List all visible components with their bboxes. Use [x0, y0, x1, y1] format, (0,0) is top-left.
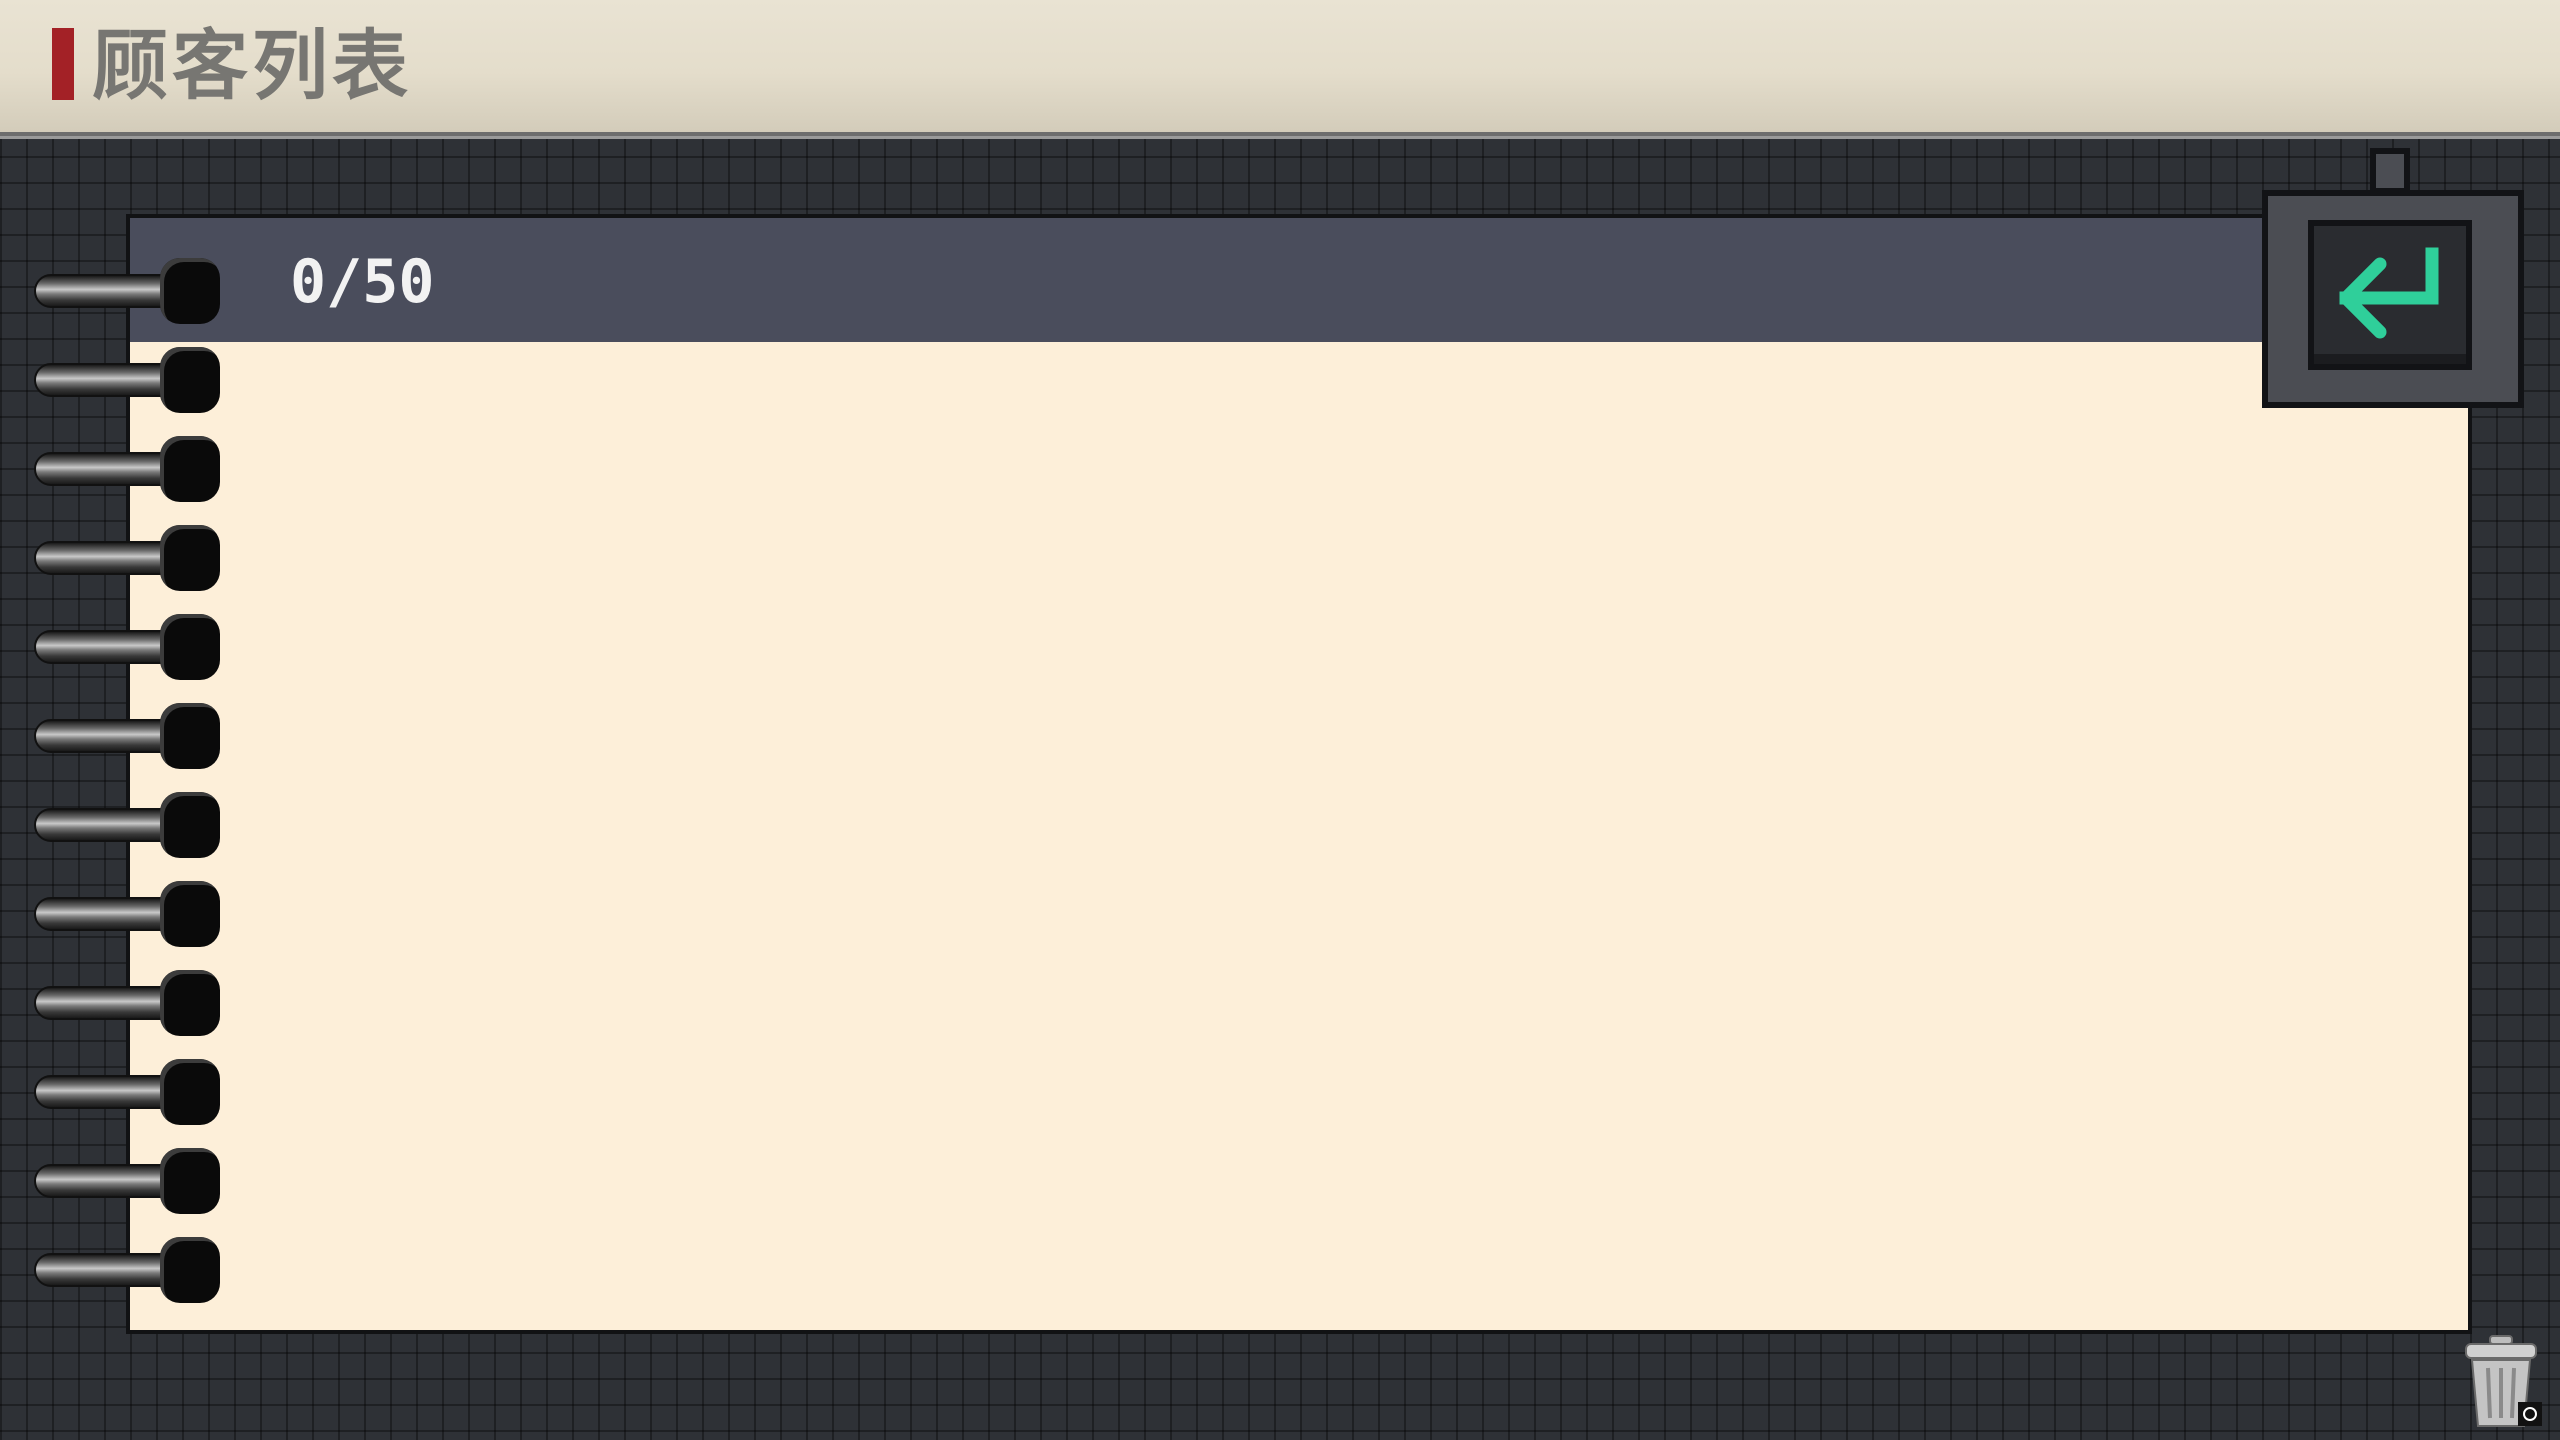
binding-ring [34, 258, 220, 324]
binding-ring [34, 881, 220, 947]
title-accent-bar [52, 28, 74, 100]
binding-ring [34, 1059, 220, 1125]
binding-ring [34, 792, 220, 858]
binding-ring [34, 525, 220, 591]
customer-list-notebook: 0/50 [126, 214, 2472, 1334]
binding-ring [34, 703, 220, 769]
binding-ring [34, 970, 220, 1036]
trash-can-icon[interactable] [2458, 1332, 2548, 1432]
back-button[interactable] [2262, 190, 2524, 408]
customer-count: 0/50 [290, 247, 435, 317]
binding-ring [34, 1237, 220, 1303]
binding-ring [34, 436, 220, 502]
title-bar: 顾客列表 [0, 0, 2560, 136]
binding-ring [34, 614, 220, 680]
back-button-mount [2370, 148, 2410, 194]
notebook-header: 0/50 [130, 218, 2468, 342]
binding-ring [34, 347, 220, 413]
page-title: 顾客列表 [92, 21, 412, 110]
back-button-screen [2308, 220, 2472, 370]
binding-ring [34, 1148, 220, 1214]
